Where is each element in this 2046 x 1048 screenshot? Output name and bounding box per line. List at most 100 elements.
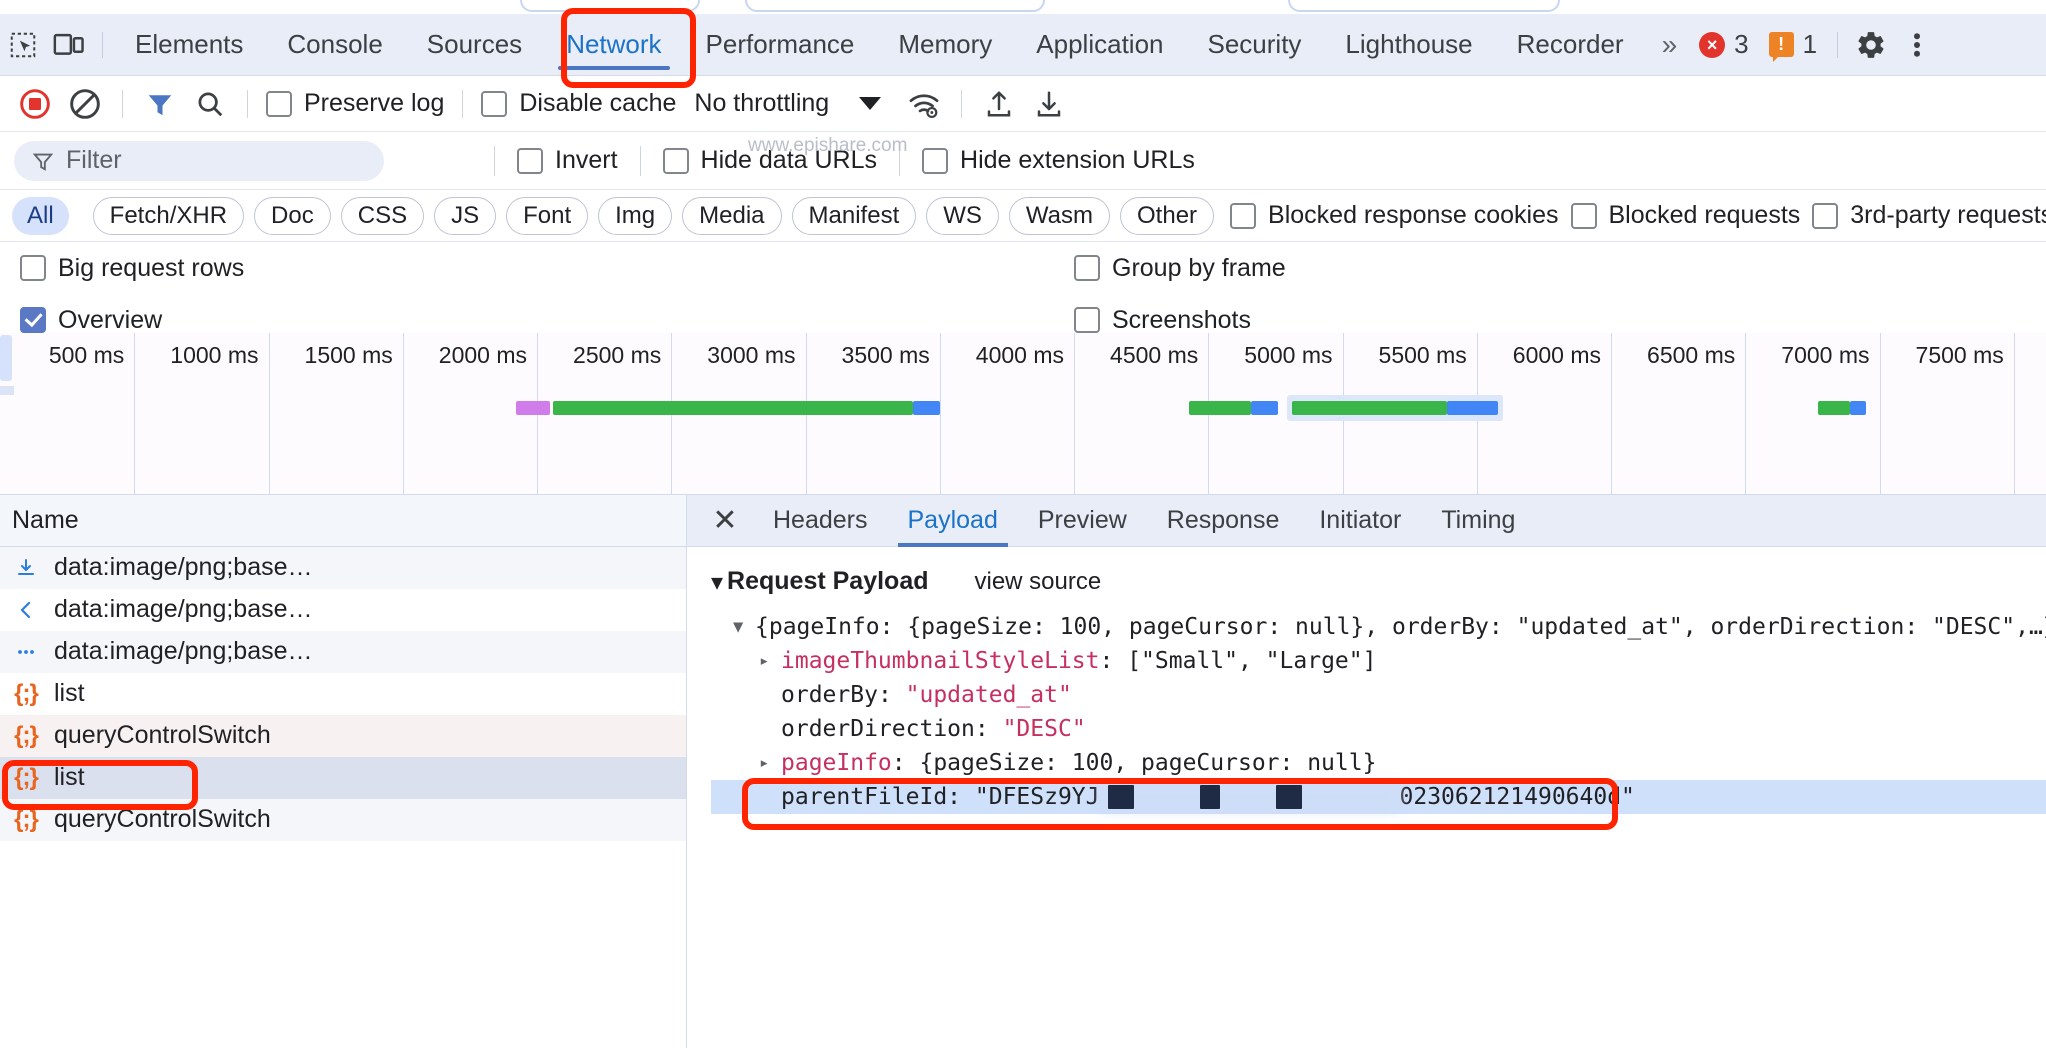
blocked-response-cookies-checkbox[interactable]: Blocked response cookies — [1224, 201, 1564, 230]
filterbar-divider-1 — [640, 146, 641, 176]
request-row[interactable]: {;}queryControlSwitch — [0, 715, 686, 757]
overview-tick — [1074, 333, 1075, 495]
third-party-requests-label: 3rd-party requests — [1850, 201, 2046, 230]
detail-tab-payload[interactable]: Payload — [888, 495, 1018, 547]
tab-recorder[interactable]: Recorder — [1495, 14, 1646, 76]
checkbox-box — [1812, 203, 1838, 229]
record-stop-icon[interactable] — [10, 80, 60, 128]
funnel-icon[interactable] — [135, 80, 185, 128]
view-source-link[interactable]: view source — [975, 568, 1102, 596]
chip-font[interactable]: Font — [506, 197, 588, 235]
ghost-tab-1[interactable] — [520, 0, 700, 12]
overview-left-handle[interactable] — [0, 335, 12, 381]
payload-line-imageThumbnailStyleList[interactable]: ▸imageThumbnailStyleList: ["Small", "Lar… — [711, 644, 2046, 678]
group-by-frame-checkbox[interactable]: Group by frame — [1068, 254, 1292, 283]
tab-console[interactable]: Console — [265, 14, 404, 76]
payload-line-orderDirection[interactable]: orderDirection: "DESC" — [711, 712, 2046, 746]
expand-triangle-icon[interactable]: ▸ — [759, 753, 781, 773]
chip-doc[interactable]: Doc — [254, 197, 331, 235]
more-tabs-icon[interactable]: » — [1646, 29, 1690, 61]
chip-css[interactable]: CSS — [341, 197, 424, 235]
throttling-select[interactable]: No throttling — [682, 89, 841, 118]
payload-value: "DFESz9YJ — [975, 784, 1100, 810]
tab-sources[interactable]: Sources — [405, 14, 544, 76]
request-row[interactable]: {;}list — [0, 673, 686, 715]
ghost-tab-3[interactable] — [1288, 0, 1560, 12]
chip-other[interactable]: Other — [1120, 197, 1214, 235]
chip-fetch-xhr[interactable]: Fetch/XHR — [93, 197, 244, 235]
overview-checkbox[interactable]: Overview — [14, 306, 168, 335]
browser-tab-strip — [0, 0, 2046, 14]
payload-root-line[interactable]: ▼{pageInfo: {pageSize: 100, pageCursor: … — [711, 610, 2046, 644]
device-toolbar-icon[interactable] — [46, 14, 92, 76]
inspect-element-icon[interactable] — [0, 14, 46, 76]
gear-icon[interactable] — [1848, 14, 1894, 76]
request-rows: data:image/png;base…data:image/png;base…… — [0, 547, 686, 841]
payload-line-pageInfo[interactable]: ▸pageInfo: {pageSize: 100, pageCursor: n… — [711, 746, 2046, 780]
disable-cache-checkbox[interactable]: Disable cache — [475, 89, 682, 118]
error-badge[interactable]: × 3 — [1689, 29, 1758, 60]
request-row[interactable]: data:image/png;base… — [0, 547, 686, 589]
tab-label: Console — [287, 29, 382, 60]
tab-security[interactable]: Security — [1186, 14, 1324, 76]
overview-request-bar — [1251, 401, 1278, 415]
payload-line-orderBy[interactable]: orderBy: "updated_at" — [711, 678, 2046, 712]
screenshots-checkbox[interactable]: Screenshots — [1068, 306, 1257, 335]
payload-root-value: {pageInfo: {pageSize: 100, pageCursor: n… — [755, 614, 2046, 640]
overview-tick-label: 500 ms — [49, 342, 134, 369]
chip-all[interactable]: All — [12, 197, 69, 235]
filter-input[interactable]: Filter — [14, 141, 384, 181]
chip-media[interactable]: Media — [682, 197, 781, 235]
detail-tab-timing[interactable]: Timing — [1421, 495, 1535, 547]
overview-left-handle-bar[interactable] — [0, 386, 14, 395]
big-request-rows-checkbox[interactable]: Big request rows — [14, 254, 250, 283]
tab-network[interactable]: Network — [544, 14, 683, 76]
expand-triangle-icon[interactable]: ▼ — [733, 617, 755, 637]
import-har-icon[interactable] — [974, 80, 1024, 128]
request-payload-header[interactable]: ▼ Request Payload view source — [711, 567, 2046, 596]
tab-memory[interactable]: Memory — [876, 14, 1014, 76]
chip-js[interactable]: JS — [434, 197, 496, 235]
request-row[interactable]: {;}list — [0, 757, 686, 799]
export-har-icon[interactable] — [1024, 80, 1074, 128]
warning-badge[interactable]: ! 1 — [1759, 29, 1827, 60]
request-row[interactable]: {;}queryControlSwitch — [0, 799, 686, 841]
detail-tab-initiator[interactable]: Initiator — [1299, 495, 1421, 547]
chip-manifest[interactable]: Manifest — [792, 197, 917, 235]
tab-application[interactable]: Application — [1014, 14, 1185, 76]
close-icon[interactable]: ✕ — [705, 495, 745, 547]
kebab-menu-icon[interactable] — [1894, 14, 1940, 76]
chip-img[interactable]: Img — [598, 197, 672, 235]
expand-triangle-icon[interactable]: ▸ — [759, 651, 781, 671]
search-icon[interactable] — [185, 80, 235, 128]
hide-extension-urls-checkbox[interactable]: Hide extension URLs — [916, 146, 1201, 175]
redacted-value — [1100, 784, 1400, 810]
blocked-requests-checkbox[interactable]: Blocked requests — [1565, 201, 1807, 230]
blocked-requests-label: Blocked requests — [1609, 201, 1801, 230]
wifi-settings-icon[interactable] — [899, 80, 949, 128]
invert-checkbox[interactable]: Invert — [511, 146, 624, 175]
network-overview-timeline[interactable]: 500 ms1000 ms1500 ms2000 ms2500 ms3000 m… — [0, 333, 2046, 495]
chip-wasm[interactable]: Wasm — [1009, 197, 1110, 235]
tab-lighthouse[interactable]: Lighthouse — [1323, 14, 1494, 76]
ghost-tab-2[interactable] — [745, 0, 1045, 12]
chip-ws[interactable]: WS — [926, 197, 999, 235]
request-list-header[interactable]: Name — [0, 495, 686, 547]
detail-tab-headers[interactable]: Headers — [753, 495, 888, 547]
chevron-down-icon[interactable] — [859, 97, 881, 110]
request-row[interactable]: data:image/png;base… — [0, 589, 686, 631]
detail-tab-response[interactable]: Response — [1147, 495, 1300, 547]
tab-label: Lighthouse — [1345, 29, 1472, 60]
tab-elements[interactable]: Elements — [113, 14, 265, 76]
preserve-log-checkbox[interactable]: Preserve log — [260, 89, 450, 118]
tab-performance[interactable]: Performance — [684, 14, 877, 76]
overview-tick — [2014, 333, 2015, 495]
request-row[interactable]: data:image/png;base… — [0, 631, 686, 673]
third-party-requests-checkbox[interactable]: 3rd-party requests — [1806, 201, 2046, 230]
payload-line-parentFileId[interactable]: parentFileId: "DFESz9YJ023062121490640d" — [711, 780, 2046, 814]
clear-icon[interactable] — [60, 80, 110, 128]
detail-tab-preview[interactable]: Preview — [1018, 495, 1147, 547]
collapse-triangle-icon[interactable]: ▼ — [711, 570, 723, 594]
checkbox-box — [663, 148, 689, 174]
request-payload-title: Request Payload — [727, 567, 928, 596]
